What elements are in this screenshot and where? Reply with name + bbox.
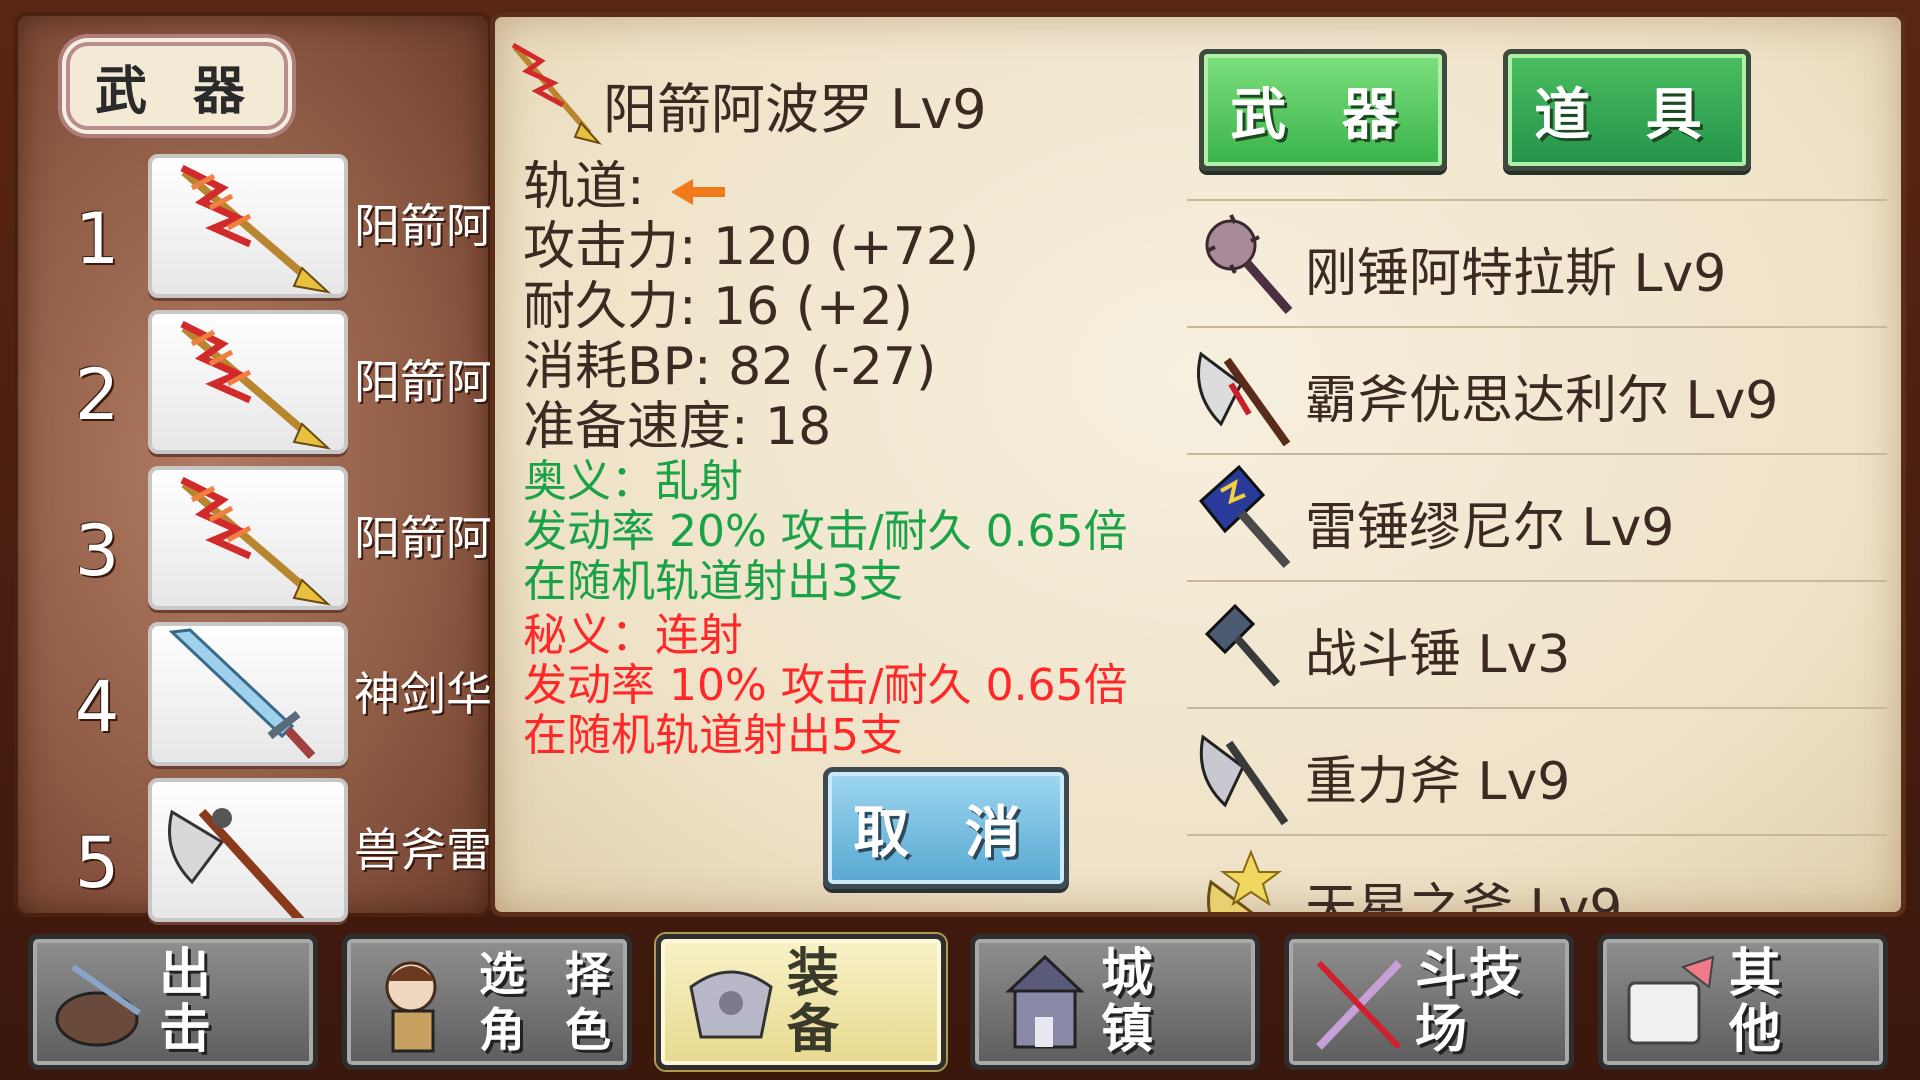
slot-weapon-name: 神剑华 <box>354 667 492 721</box>
axe-icon <box>168 808 305 918</box>
weapon-slot-1[interactable]: 1 阳箭阿 <box>18 154 496 304</box>
nav-other-button[interactable]: 其 他 <box>1598 934 1888 1070</box>
list-item[interactable]: 战斗锤 Lv3 <box>1187 580 1887 707</box>
nav-label: 装 备 <box>787 944 852 1060</box>
ougi-rate: 发动率 20% 攻击/耐久 0.65倍 <box>523 506 1128 557</box>
weapon-slot-3[interactable]: 3 阳箭阿 <box>18 466 496 616</box>
tab-items[interactable]: 道 具 <box>1503 49 1751 171</box>
slot-weapon-name: 阳箭阿 <box>354 199 492 253</box>
weapon-inventory-list: 刚锤阿特拉斯 Lv9 霸斧优思达利尔 Lv9 雷锤缪尼尔 Lv9 战斗锤 Lv3… <box>1187 199 1887 917</box>
ougi-desc: 在随机轨道射出3支 <box>523 556 903 607</box>
list-item[interactable]: 天星之斧 Lv9 <box>1187 834 1887 917</box>
nav-equipment-button[interactable]: 装 备 <box>656 934 946 1070</box>
cancel-button[interactable]: 取 消 <box>823 767 1069 889</box>
star-axe-icon <box>1207 849 1282 912</box>
ougi-skill: 奥义：乱射 发动率 20% 攻击/耐久 0.65倍 在随机轨道射出3支 <box>523 457 1128 607</box>
slot-icon-box[interactable] <box>148 778 348 922</box>
slot-icon-box[interactable] <box>148 466 348 610</box>
nav-label: 斗技场 <box>1415 944 1524 1060</box>
left-arrow-icon <box>671 160 729 220</box>
slot-number: 1 <box>74 198 120 280</box>
weapon-name: 天星之斧 Lv9 <box>1305 879 1623 917</box>
arena-icon <box>1316 960 1402 1050</box>
battle-axe-icon <box>1197 351 1291 447</box>
durability-stat: 耐久力: 16 (+2) <box>523 277 913 337</box>
weapon-slot-4[interactable]: 4 神剑华 <box>18 622 496 772</box>
category-badge: 武 器 <box>66 42 288 130</box>
thunder-hammer-icon <box>1198 464 1291 568</box>
list-item[interactable]: 刚锤阿特拉斯 Lv9 <box>1187 199 1887 326</box>
weapon-stats: 轨道: 攻击力: 120 (+72) 耐久力: 16 (+2) 消耗BP: 82… <box>523 157 979 457</box>
war-hammer-icon <box>1204 603 1281 687</box>
weapon-name: 雷锤缪尼尔 Lv9 <box>1305 498 1675 558</box>
arrow-icon <box>511 42 602 145</box>
arrow-icon <box>180 164 332 294</box>
weapon-name: 霸斧优思达利尔 Lv9 <box>1305 371 1779 431</box>
nav-select-character-button[interactable]: 选 择 角 色 <box>342 934 632 1070</box>
higi-rate: 发动率 10% 攻击/耐久 0.65倍 <box>523 660 1128 711</box>
arrow-icon <box>180 320 332 450</box>
list-item[interactable]: 重力斧 Lv9 <box>1187 707 1887 834</box>
mace-icon <box>1205 214 1293 314</box>
weapon-name: 刚锤阿特拉斯 Lv9 <box>1305 244 1727 304</box>
arrow-icon <box>180 476 332 606</box>
gravity-axe-icon <box>1199 734 1289 826</box>
town-icon <box>1005 954 1085 1049</box>
attack-stat: 攻击力: 120 (+72) <box>523 217 980 277</box>
slot-number: 5 <box>74 822 120 904</box>
higi-desc: 在随机轨道射出5支 <box>523 710 903 761</box>
slot-icon-box[interactable] <box>148 622 348 766</box>
slot-weapon-name: 兽斧雷 <box>354 823 492 877</box>
weapon-detail-panel: 阳箭阿波罗 Lv9 轨道: 攻击力: 120 (+72) 耐久力: 16 (+2… <box>490 12 1906 917</box>
weapon-title: 阳箭阿波罗 Lv9 <box>603 78 987 141</box>
slot-number: 3 <box>74 510 120 592</box>
nav-arena-button[interactable]: 斗技场 <box>1284 934 1574 1070</box>
nav-town-button[interactable]: 城 镇 <box>970 934 1260 1070</box>
ougi-title: 奥义：乱射 <box>523 456 743 507</box>
nav-label: 城 镇 <box>1101 944 1166 1060</box>
prep-speed-stat: 准备速度: 18 <box>523 397 832 457</box>
sortie-icon <box>55 964 141 1047</box>
equipped-weapons-panel: 武 器 1 阳箭阿 2 阳箭阿 3 阳箭阿 4 神剑华 5 兽斧雷 <box>14 12 492 922</box>
character-icon <box>385 961 437 1053</box>
higi-title: 秘义：连射 <box>523 610 743 661</box>
nav-label: 出 击 <box>159 944 224 1060</box>
slot-icon-box[interactable] <box>148 310 348 454</box>
tab-weapons[interactable]: 武 器 <box>1199 49 1447 171</box>
bottom-navigation: 出 击 选 择 角 色 装 备 城 镇 斗技场 其 他 <box>0 918 1920 1080</box>
armor-icon <box>689 970 773 1039</box>
nav-label-line2: 角 色 <box>478 1003 623 1057</box>
other-icon <box>1627 955 1715 1045</box>
slot-number: 2 <box>74 354 120 436</box>
nav-sortie-button[interactable]: 出 击 <box>28 934 318 1070</box>
slot-weapon-name: 阳箭阿 <box>354 355 492 409</box>
nav-label-line1: 选 择 <box>478 947 623 1001</box>
higi-skill: 秘义：连射 发动率 10% 攻击/耐久 0.65倍 在随机轨道射出5支 <box>523 611 1128 761</box>
trajectory-row: 轨道: <box>523 157 979 217</box>
weapon-slot-2[interactable]: 2 阳箭阿 <box>18 310 496 460</box>
weapon-name: 重力斧 Lv9 <box>1305 752 1571 812</box>
bp-cost-stat: 消耗BP: 82 (-27) <box>523 337 937 397</box>
slot-number: 4 <box>74 666 120 748</box>
list-item[interactable]: 雷锤缪尼尔 Lv9 <box>1187 453 1887 580</box>
weapon-name: 战斗锤 Lv3 <box>1305 625 1571 685</box>
trajectory-label: 轨道: <box>523 157 645 217</box>
weapon-slot-5[interactable]: 5 兽斧雷 <box>18 778 496 928</box>
nav-label: 其 他 <box>1729 944 1794 1060</box>
nav-label: 选 择 角 色 <box>473 939 629 1065</box>
slot-weapon-name: 阳箭阿 <box>354 511 492 565</box>
list-item[interactable]: 霸斧优思达利尔 Lv9 <box>1187 326 1887 453</box>
slot-icon-box[interactable] <box>148 154 348 298</box>
sword-icon <box>168 628 316 760</box>
